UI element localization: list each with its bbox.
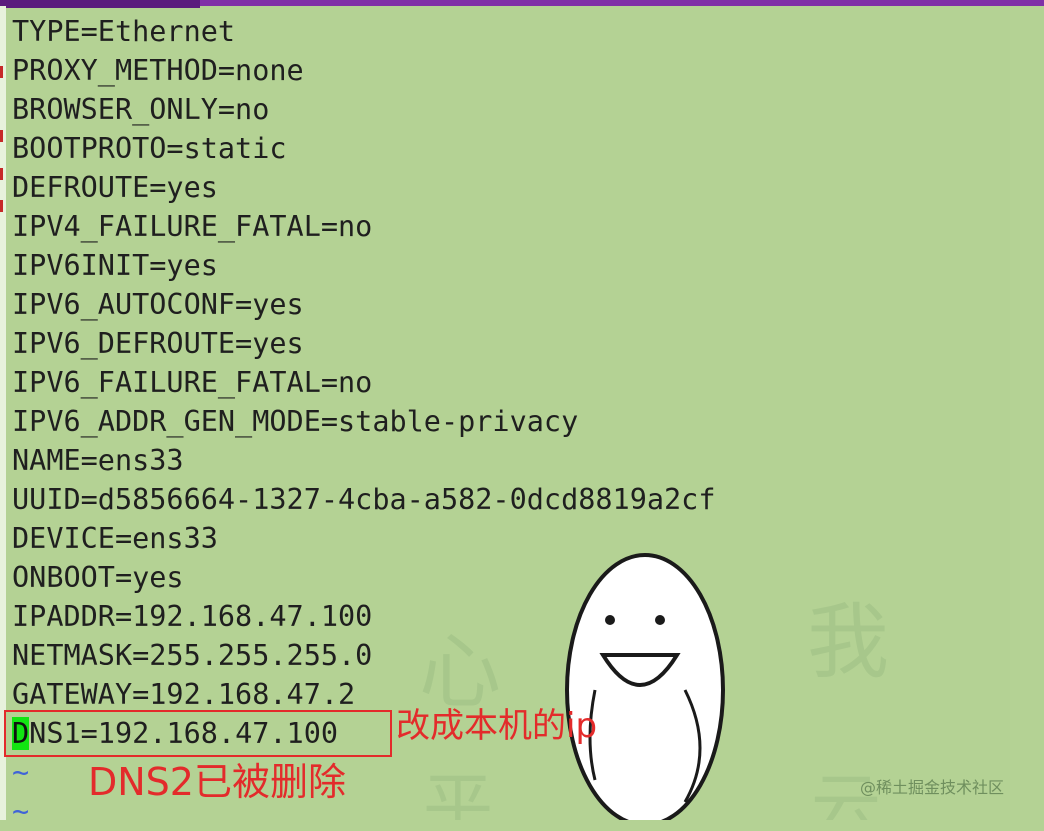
vi-editor-buffer[interactable]: TYPE=Ethernet PROXY_METHOD=none BROWSER_…: [12, 12, 1012, 828]
config-line: BROWSER_ONLY=no: [12, 93, 270, 126]
config-line: IPV6_DEFROUTE=yes: [12, 327, 304, 360]
config-line: PROXY_METHOD=none: [12, 54, 304, 87]
highlight-box: [4, 710, 392, 757]
config-line: NAME=ens33: [12, 444, 184, 477]
gutter-mark: [0, 168, 3, 180]
gutter-mark: [0, 66, 3, 78]
left-gutter: [0, 6, 6, 820]
config-line: IPV6INIT=yes: [12, 249, 218, 282]
config-line: UUID=d5856664-1327-4cba-a582-0dcd8819a2c…: [12, 483, 716, 516]
config-line: DEVICE=ens33: [12, 522, 218, 555]
config-line: ONBOOT=yes: [12, 561, 184, 594]
config-line: NETMASK=255.255.255.0: [12, 639, 373, 672]
annotation-change-to-local-ip: 改成本机的ip: [396, 706, 598, 746]
config-line: TYPE=Ethernet: [12, 15, 236, 48]
config-line: IPV6_FAILURE_FATAL=no: [12, 366, 373, 399]
config-line: IPADDR=192.168.47.100: [12, 600, 373, 633]
config-line: IPV4_FAILURE_FATAL=no: [12, 210, 373, 243]
config-line: IPV6_AUTOCONF=yes: [12, 288, 304, 321]
active-tab-indicator: [0, 0, 200, 8]
config-line: DEFROUTE=yes: [12, 171, 218, 204]
config-line: BOOTPROTO=static: [12, 132, 287, 165]
gutter-mark: [0, 130, 3, 142]
config-line: IPV6_ADDR_GEN_MODE=stable-privacy: [12, 405, 579, 438]
annotation-dns2-deleted: DNS2已被删除: [88, 760, 346, 804]
gutter-mark: [0, 200, 3, 212]
watermark: @稀土掘金技术社区: [860, 778, 1005, 797]
